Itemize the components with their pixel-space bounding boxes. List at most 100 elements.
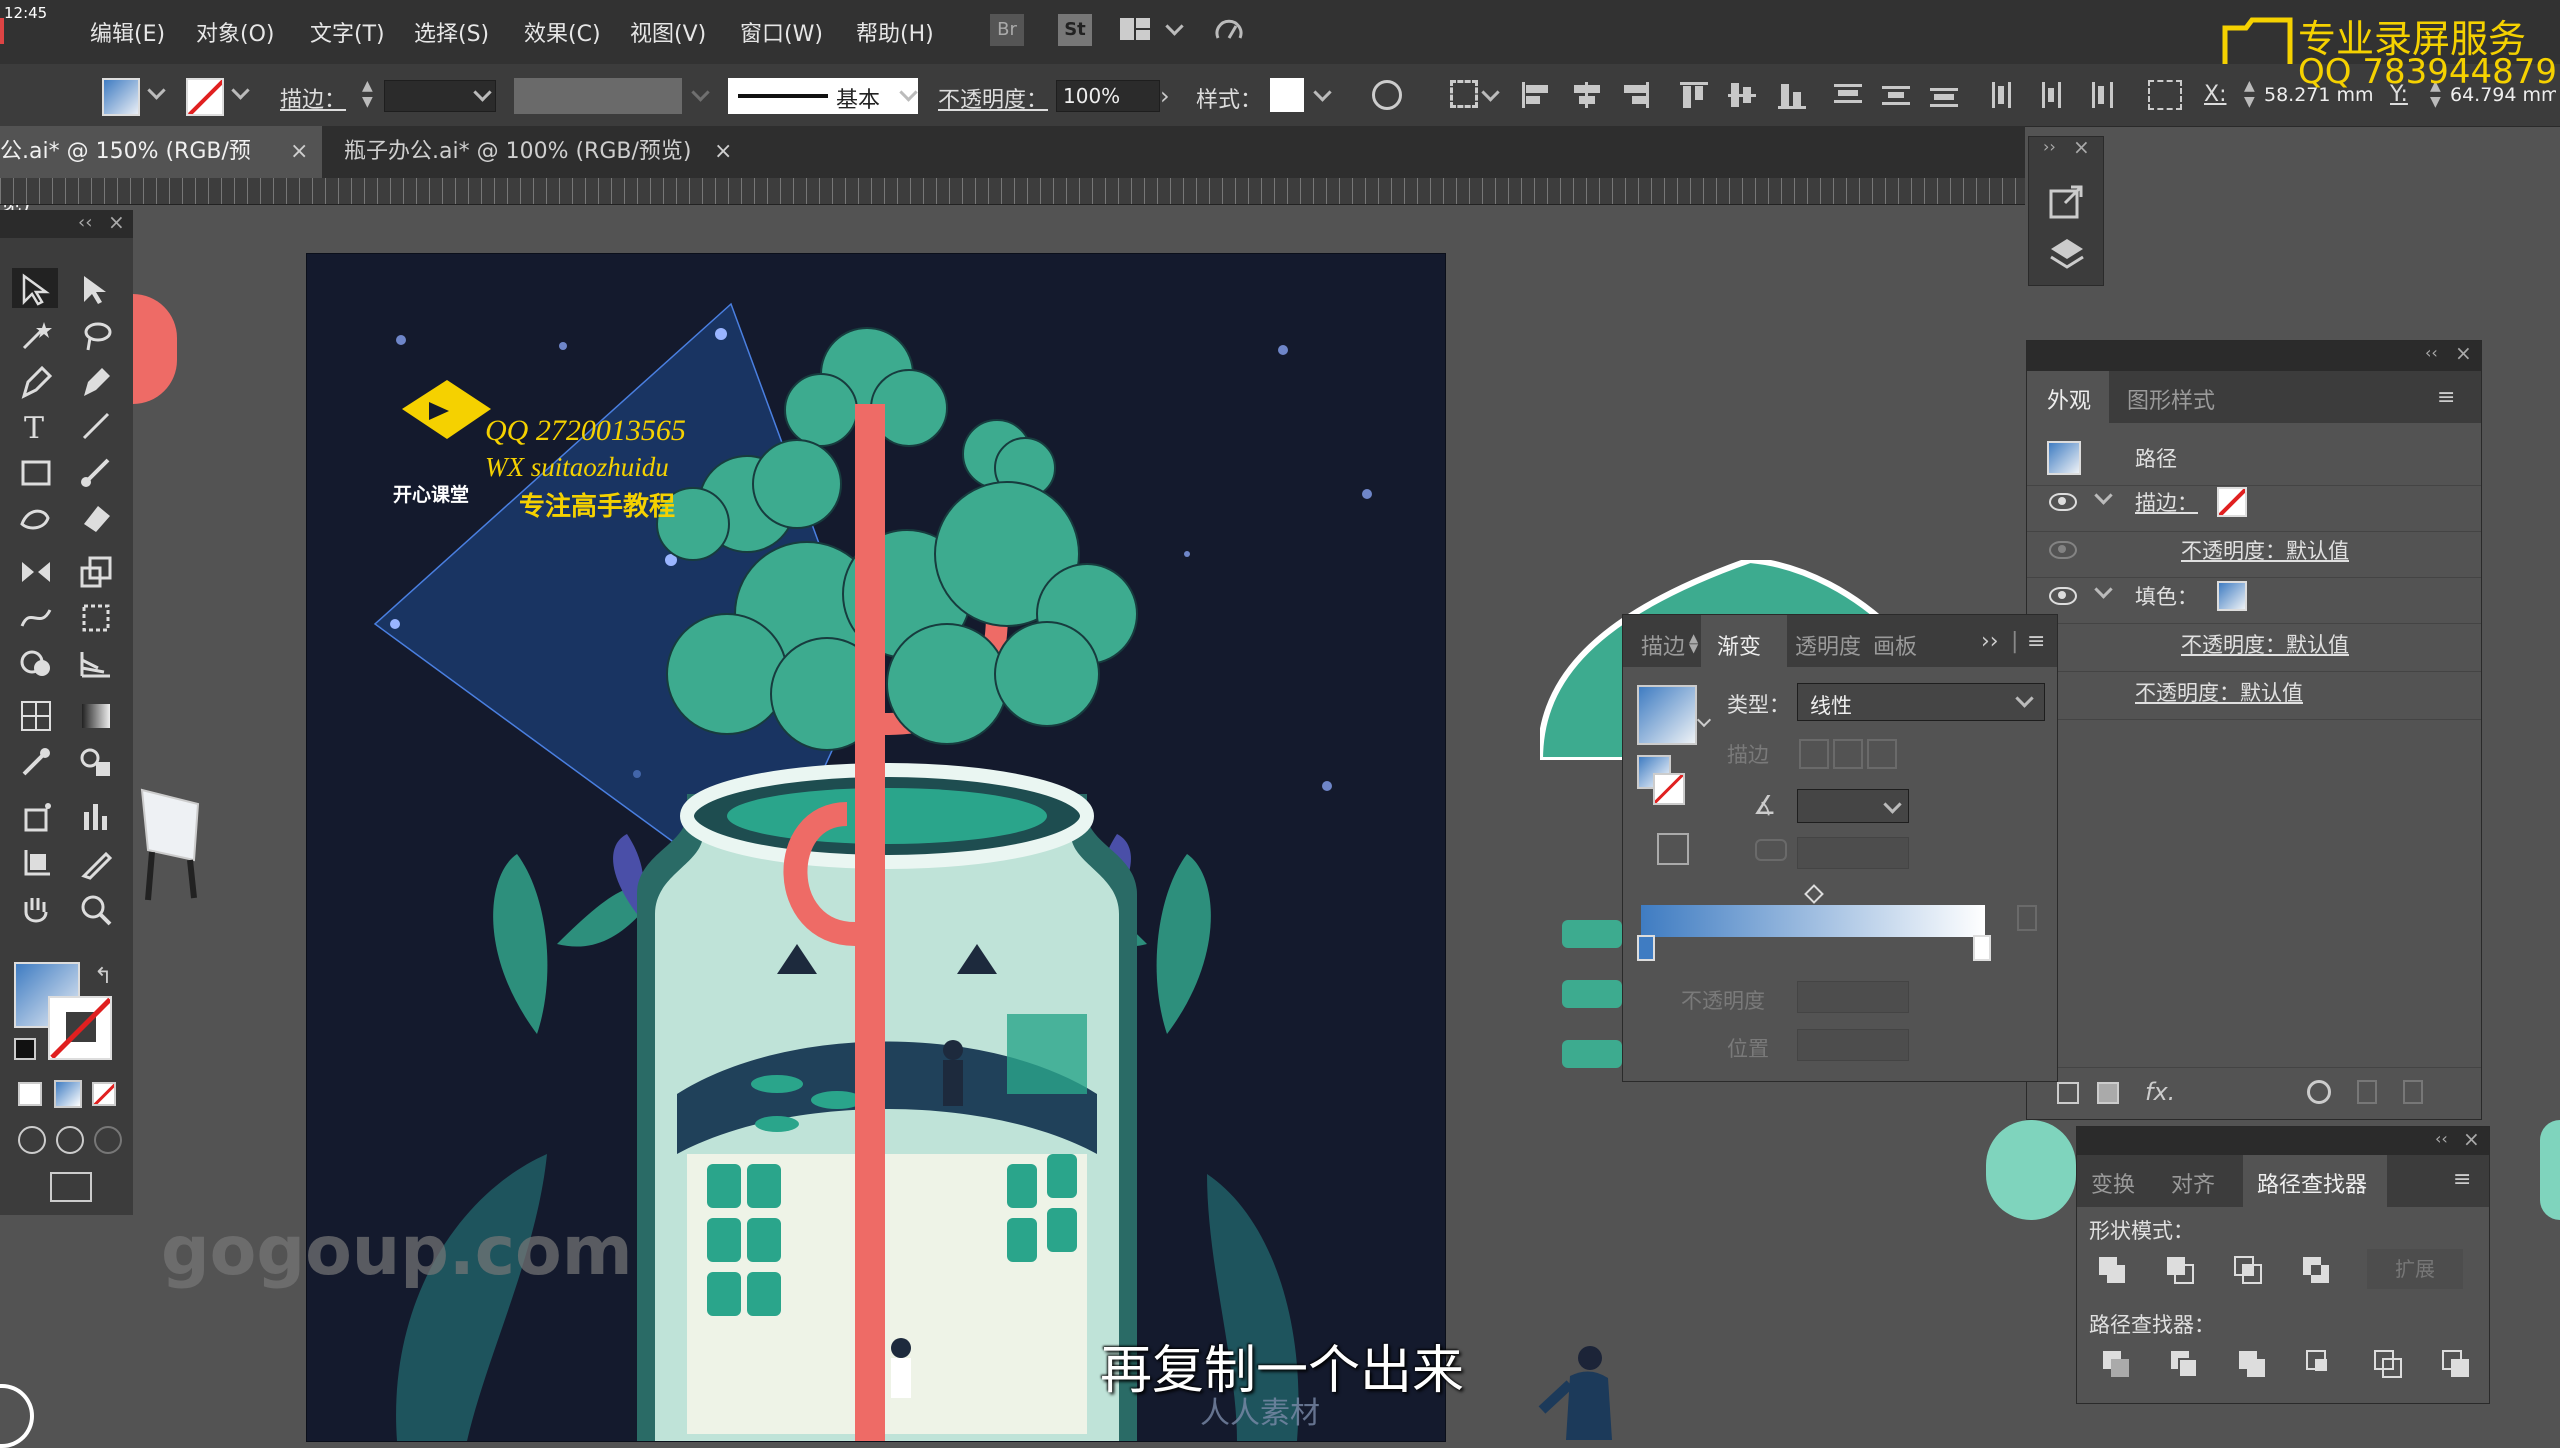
opacity-label[interactable]: 不透明度： xyxy=(938,82,1048,114)
intersect-icon[interactable] xyxy=(2233,1255,2263,1285)
distribute-left-icon[interactable] xyxy=(1990,82,2020,108)
add-effect-button[interactable]: fx. xyxy=(2145,1078,2175,1106)
draw-behind-icon[interactable] xyxy=(56,1126,84,1154)
add-stroke-icon[interactable] xyxy=(2057,1082,2079,1104)
distribute-vertical-center-icon[interactable] xyxy=(1882,82,1912,106)
color-mode-icon[interactable] xyxy=(18,1082,42,1106)
align-top-icon[interactable] xyxy=(1680,82,1710,108)
stroke-swatch[interactable] xyxy=(186,78,224,116)
reflect-tool-icon[interactable] xyxy=(18,554,54,590)
appearance-object-opacity[interactable]: 不透明度：默认值 xyxy=(2135,677,2303,707)
collapse-icon[interactable]: ‹‹ xyxy=(2435,1129,2448,1148)
eyedropper-tool-icon[interactable] xyxy=(18,744,54,780)
close-icon[interactable]: × xyxy=(290,126,308,178)
close-icon[interactable]: × xyxy=(108,210,125,234)
merge-icon[interactable] xyxy=(2237,1349,2267,1379)
slice-tool-icon[interactable] xyxy=(78,846,114,882)
appearance-fill-opacity[interactable]: 不透明度：默认值 xyxy=(2181,629,2349,659)
clear-appearance-icon[interactable] xyxy=(2307,1080,2331,1104)
tab-gradient[interactable]: 渐变 xyxy=(1717,629,1761,661)
close-icon[interactable]: × xyxy=(2455,341,2472,365)
x-label[interactable]: X: xyxy=(2204,82,2226,107)
selection-tool-icon[interactable] xyxy=(18,272,54,308)
eye-icon[interactable] xyxy=(2049,541,2077,559)
stock-button[interactable]: St xyxy=(1058,14,1092,46)
stroke-label[interactable]: 描边： xyxy=(280,82,346,114)
zoom-tool-icon[interactable] xyxy=(78,892,114,928)
recolor-artwork-icon[interactable] xyxy=(1372,80,1402,110)
artboard[interactable]: 开心课堂 QQ 2720013565 WX suitaozhuidu 专注高手教… xyxy=(161,253,1446,1442)
bridge-button[interactable]: Br xyxy=(990,14,1024,46)
none-mode-icon[interactable] xyxy=(92,1082,116,1106)
align-left-icon[interactable] xyxy=(1522,82,1552,108)
add-fill-icon[interactable] xyxy=(2097,1082,2119,1104)
warp-tool-icon[interactable] xyxy=(18,600,54,636)
tab-stroke[interactable]: 描边 xyxy=(1641,629,1685,661)
close-icon[interactable]: × xyxy=(2073,135,2090,159)
trash-icon[interactable] xyxy=(2403,1080,2423,1104)
perspective-grid-tool-icon[interactable] xyxy=(78,646,114,682)
panel-menu-icon[interactable]: ≡ xyxy=(2437,385,2455,410)
menu-view[interactable]: 视图(V) xyxy=(630,16,706,48)
toolbox-stroke-swatch[interactable] xyxy=(48,996,112,1060)
close-icon[interactable]: × xyxy=(714,126,732,178)
tab-document-2[interactable]: 瓶子办公.ai* @ 100% (RGB/预览) xyxy=(344,126,691,178)
gradient-slider[interactable] xyxy=(1641,905,1985,937)
export-icon[interactable] xyxy=(2047,183,2087,223)
variable-width-profile[interactable] xyxy=(514,78,682,114)
menu-type[interactable]: 文字(T) xyxy=(310,16,385,48)
panel-menu-icon[interactable]: ≡ xyxy=(2453,1167,2471,1192)
collapse-icon[interactable]: ‹‹ xyxy=(2425,343,2438,362)
distribute-top-icon[interactable] xyxy=(1834,82,1864,106)
menu-help[interactable]: 帮助(H) xyxy=(856,16,934,48)
draw-inside-icon[interactable] xyxy=(94,1126,122,1154)
transform-reference-icon[interactable] xyxy=(2148,80,2182,110)
gradient-mode-icon[interactable] xyxy=(54,1080,82,1108)
tab-document-1[interactable]: 公.ai* @ 150% (RGB/预览) xyxy=(0,126,280,216)
appearance-stroke-swatch[interactable] xyxy=(2217,487,2247,517)
brush-definition[interactable]: 基本 xyxy=(728,78,918,114)
line-segment-tool-icon[interactable] xyxy=(78,408,114,444)
trim-icon[interactable] xyxy=(2169,1349,2199,1379)
expand-icon[interactable]: ›› xyxy=(1981,629,1999,654)
expand-button[interactable]: 扩展 xyxy=(2367,1249,2463,1289)
blend-tool-icon[interactable] xyxy=(78,744,114,780)
gpu-performance-icon[interactable] xyxy=(1214,16,1244,46)
crop-icon[interactable] xyxy=(2305,1349,2335,1379)
eraser-tool-icon[interactable] xyxy=(78,500,114,536)
unite-icon[interactable] xyxy=(2097,1255,2127,1285)
tab-pathfinder[interactable]: 路径查找器 xyxy=(2257,1167,2367,1199)
symbol-sprayer-tool-icon[interactable] xyxy=(18,798,54,834)
exclude-icon[interactable] xyxy=(2301,1255,2331,1285)
appearance-fill-swatch[interactable] xyxy=(2217,581,2247,611)
free-transform-tool-icon[interactable] xyxy=(78,600,114,636)
divide-icon[interactable] xyxy=(2101,1349,2131,1379)
distribute-right-icon[interactable] xyxy=(2086,82,2116,108)
align-bottom-icon[interactable] xyxy=(1778,82,1808,109)
direct-selection-tool-icon[interactable] xyxy=(78,272,114,308)
artboard-tool-icon[interactable] xyxy=(18,846,54,882)
panel-menu-icon[interactable]: ≡ xyxy=(2027,629,2045,654)
chevron-down-icon[interactable] xyxy=(1313,83,1332,102)
align-vertical-center-icon[interactable] xyxy=(1728,82,1758,107)
close-icon[interactable]: × xyxy=(2463,1127,2480,1151)
graphic-style-swatch[interactable] xyxy=(1270,78,1304,112)
chevron-down-icon[interactable] xyxy=(1165,17,1184,36)
tab-transparency[interactable]: 透明度 xyxy=(1795,629,1861,661)
chevron-down-icon[interactable] xyxy=(1481,83,1500,102)
align-horizontal-center-icon[interactable] xyxy=(1572,82,1602,108)
mesh-tool-icon[interactable] xyxy=(18,698,54,734)
tab-transform[interactable]: 变换 xyxy=(2091,1167,2135,1199)
distribute-horizontal-center-icon[interactable] xyxy=(2038,82,2068,108)
eye-icon[interactable] xyxy=(2049,587,2077,605)
gradient-stop-start[interactable] xyxy=(1637,935,1655,961)
menu-effect[interactable]: 效果(C) xyxy=(524,16,601,48)
shape-builder-tool-icon[interactable] xyxy=(18,646,54,682)
gradient-stop-end[interactable] xyxy=(1973,935,1991,961)
duplicate-item-icon[interactable] xyxy=(2357,1080,2377,1104)
appearance-stroke-opacity[interactable]: 不透明度：默认值 xyxy=(2181,535,2349,565)
layers-icon[interactable] xyxy=(2047,235,2087,275)
hand-tool-icon[interactable] xyxy=(18,892,54,928)
curvature-tool-icon[interactable] xyxy=(78,364,114,400)
column-graph-tool-icon[interactable] xyxy=(78,798,114,834)
